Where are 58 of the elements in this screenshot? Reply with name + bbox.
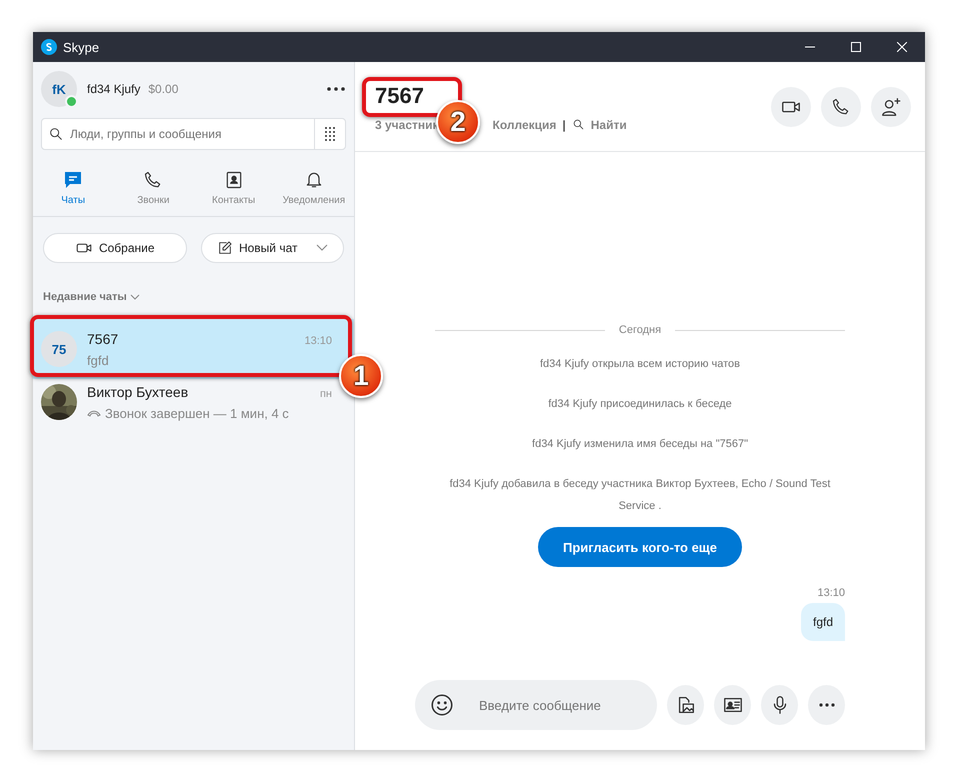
new-chat-button[interactable]: Новый чат: [200, 233, 344, 263]
event-message: fd34 Kjufy присоединилась к беседе: [547, 397, 733, 412]
hang-up-icon: [87, 409, 101, 417]
dial-pad-icon: [324, 126, 336, 142]
nav-tab[interactable]: Звонки: [113, 170, 194, 206]
nav-tab[interactable]: Чаты: [33, 170, 114, 206]
call-button[interactable]: [821, 86, 861, 126]
close-icon: [897, 42, 907, 52]
date-divider: Сегодня: [618, 324, 662, 336]
more-icon: [818, 703, 834, 707]
search-bar[interactable]: Люди, группы и сообщения: [41, 118, 346, 150]
chat-icon: [63, 170, 84, 190]
search-field[interactable]: Люди, группы и сообщения: [64, 126, 314, 142]
chevron-down-icon[interactable]: [130, 294, 140, 300]
more-icon[interactable]: [326, 86, 346, 92]
participants-link[interactable]: 3 участник: [375, 118, 439, 132]
skype-logo-icon: [41, 39, 57, 55]
phone-icon: [831, 96, 851, 116]
nav-tab[interactable]: Контакты: [194, 170, 274, 206]
chat-avatar: 75: [41, 331, 77, 367]
message-input[interactable]: Введите сообщение: [477, 696, 657, 714]
conversation-title: 7567: [375, 84, 424, 108]
pencil-icon: [216, 240, 233, 256]
chevron-down-icon: [316, 244, 328, 252]
profile-name: fd34 Kjufy: [87, 82, 140, 96]
chat-name: 7567: [87, 330, 118, 346]
chat-item[interactable]: 75 7567 13:10 fgfd: [33, 319, 354, 379]
separator: |: [562, 118, 566, 132]
media-button[interactable]: [667, 685, 704, 725]
chat-preview: Звонок завершен — 1 мин, 4 с: [105, 406, 289, 420]
message-time: 13:10: [817, 587, 845, 599]
event-message: fd34 Kjufy открыла всем историю чатов: [538, 357, 741, 372]
smiley-icon: [429, 692, 455, 718]
video-call-button[interactable]: [771, 86, 811, 126]
add-person-button[interactable]: [871, 86, 911, 126]
event-message: fd34 Kjufy изменила имя беседы на "7567": [531, 437, 749, 452]
search-icon: [572, 118, 585, 131]
section-header: Недавние чаты: [43, 291, 127, 303]
find-link[interactable]: Найти: [590, 118, 627, 132]
chat-name: Виктор Бухтеев: [87, 384, 188, 400]
maximize-icon: [851, 42, 861, 52]
message-bubble: fgfd: [800, 603, 845, 641]
message-composer[interactable]: Введите сообщение: [415, 680, 657, 730]
event-message: fd34 Kjufy добавила в беседу участника Виктор Бухтеев, Echo / Sound Test Service .: [448, 477, 832, 514]
gallery-link[interactable]: Коллекция: [492, 118, 556, 132]
contact-button[interactable]: [714, 685, 751, 725]
microphone-button[interactable]: [761, 685, 798, 725]
balance: $0.00: [148, 82, 180, 96]
add-person-icon: [880, 96, 902, 118]
window-title: Skype: [63, 40, 100, 54]
nav-tab[interactable]: Уведомления: [274, 170, 354, 206]
invite-button[interactable]: Пригласить кого-то еще: [538, 527, 742, 567]
search-icon: [48, 126, 64, 142]
chat-preview: fgfd: [87, 352, 109, 368]
profile-avatar[interactable]: fK: [41, 71, 77, 107]
chat-time: пн: [320, 388, 332, 400]
chat-time: 13:10: [304, 334, 332, 346]
meeting-button[interactable]: Собрание: [43, 233, 186, 263]
